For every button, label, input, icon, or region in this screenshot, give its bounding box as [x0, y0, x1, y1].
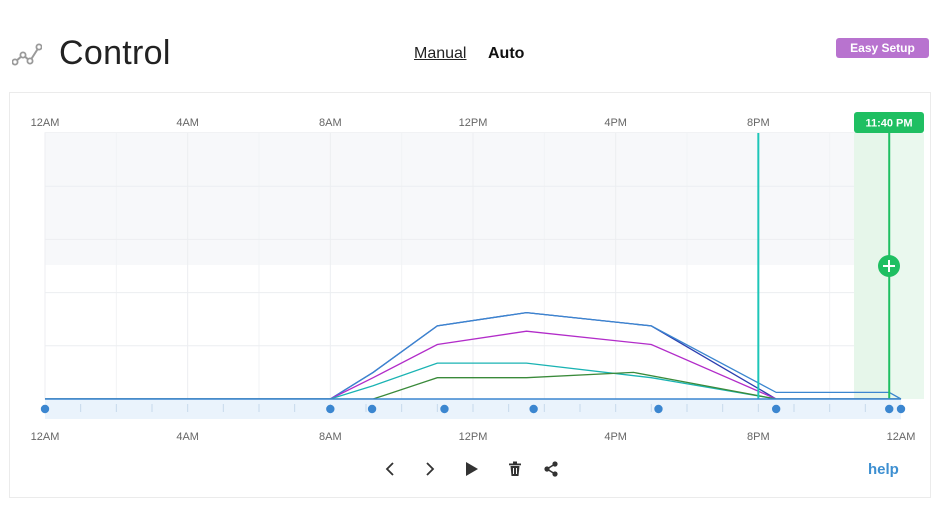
next-button[interactable] — [418, 456, 442, 482]
timeline-handle[interactable] — [367, 404, 377, 414]
bottom-axis-labels: 12AM 4AM 8AM 12PM 4PM 8PM 12AM — [31, 431, 916, 443]
timeline-handle[interactable] — [771, 404, 781, 414]
play-button[interactable] — [460, 456, 484, 482]
bottom-axis-label: 8PM — [747, 431, 770, 443]
share-icon — [544, 461, 558, 477]
top-axis-label: 4AM — [176, 117, 199, 129]
timeline-handle[interactable] — [40, 404, 50, 414]
timeline-handle[interactable] — [440, 404, 449, 414]
timeline-handle[interactable] — [326, 404, 335, 414]
timeline-handle[interactable] — [896, 404, 906, 414]
share-button[interactable] — [539, 456, 563, 482]
top-axis-label: 8PM — [747, 117, 770, 129]
schedule-chart[interactable]: 12AM 4AM 8AM 12PM 4PM 8PM 12AM 4AM 8AM 12PM 4PM 8P… — [0, 0, 942, 511]
chevron-left-icon — [385, 462, 394, 476]
play-icon — [466, 462, 478, 476]
trash-icon — [509, 461, 521, 476]
timeline-handle[interactable] — [885, 404, 894, 414]
top-axis-label: 4PM — [604, 117, 627, 129]
bottom-axis-label: 4PM — [604, 431, 627, 443]
bottom-axis-label: 8AM — [319, 431, 342, 443]
current-time-label: 11:40 PM — [865, 118, 912, 130]
add-point-button[interactable] — [878, 255, 900, 277]
timeline-handle[interactable] — [529, 404, 538, 414]
top-axis-label: 8AM — [319, 117, 342, 129]
top-axis-label: 12PM — [459, 117, 488, 129]
timeline-handle[interactable] — [654, 404, 663, 414]
help-link[interactable]: help — [868, 461, 899, 478]
previous-button[interactable] — [378, 456, 402, 482]
top-axis-labels: 12AM 4AM 8AM 12PM 4PM 8PM — [31, 117, 770, 129]
bottom-axis-label: 4AM — [176, 431, 199, 443]
delete-button[interactable] — [503, 456, 527, 482]
chevron-right-icon — [426, 462, 435, 476]
top-axis-label: 12AM — [31, 117, 60, 129]
bottom-axis-label: 12AM — [31, 431, 60, 443]
current-time-badge[interactable]: 11:40 PM — [854, 112, 924, 133]
bottom-axis-label: 12PM — [459, 431, 488, 443]
bottom-axis-label: 12AM — [887, 431, 916, 443]
